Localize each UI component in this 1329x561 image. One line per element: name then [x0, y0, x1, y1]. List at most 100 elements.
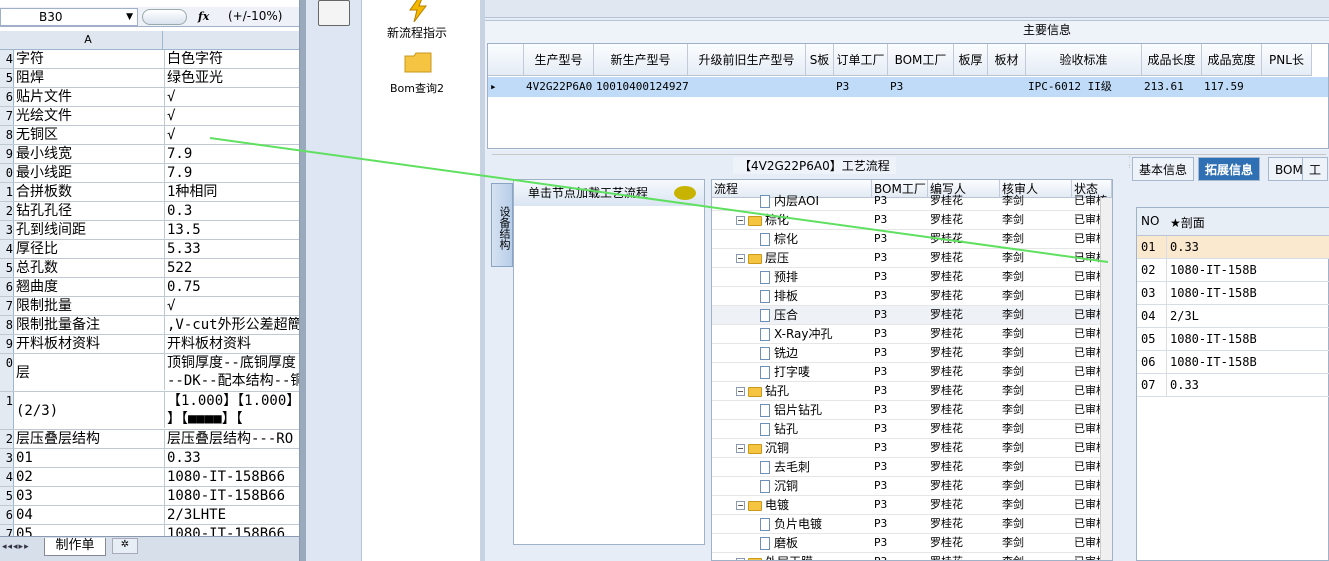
grid-column-header[interactable]: S板 [806, 44, 834, 76]
tree-row[interactable]: 内层AOI P3 罗桂花 李剑 已审核 [712, 192, 1108, 211]
tree-node[interactable]: 压合 [760, 306, 798, 324]
grid-column-header[interactable]: BOM工厂 [888, 44, 954, 76]
tree-row[interactable]: − 层压 P3 罗桂花 李剑 已审核 [712, 249, 1108, 268]
tree-row[interactable]: − 电镀 P3 罗桂花 李剑 已审核 [712, 496, 1108, 515]
tree-node[interactable]: 铝片钻孔 [760, 401, 822, 419]
row-number[interactable]: 3 [0, 449, 14, 467]
row-number[interactable]: 2 [0, 202, 14, 220]
ext-info-row[interactable]: 07 0.33 [1137, 374, 1329, 397]
tree-row[interactable]: − 钻孔 P3 罗桂花 李剑 已审核 [712, 382, 1108, 401]
row-number[interactable]: 5 [0, 487, 14, 505]
fx-icon[interactable]: fx [198, 10, 209, 23]
tree-node[interactable]: 负片电镀 [760, 515, 822, 533]
grid-cell[interactable] [688, 77, 806, 97]
cell-b[interactable]: 5.33 [164, 240, 299, 258]
row-number[interactable]: 1 [0, 392, 14, 429]
grid-cell[interactable]: P3 [888, 77, 954, 97]
expand-toggle-icon[interactable]: − [736, 254, 745, 263]
zoom-slider[interactable] [142, 9, 187, 25]
tree-node[interactable]: 预排 [760, 268, 798, 286]
cell-a[interactable]: 翘曲度 [16, 278, 163, 296]
ext-info-row[interactable]: 04 2/3L [1137, 305, 1329, 328]
tree-node[interactable]: 沉铜 [760, 477, 798, 495]
cell-b[interactable]: 0.75 [164, 278, 299, 296]
cell-b[interactable]: 绿色亚光 [164, 69, 299, 87]
row-number[interactable]: 7 [0, 297, 14, 315]
ext-info-row[interactable]: 05 1080-IT-158B [1137, 328, 1329, 351]
grid-cell[interactable]: P3 [834, 77, 888, 97]
cell-b[interactable]: 顶铜厚度--底铜厚度 --DK--配本结构--铜 [164, 354, 299, 390]
cell-a[interactable]: 钻孔孔径 [16, 202, 163, 220]
tree-row[interactable]: 去毛刺 P3 罗桂花 李剑 已审核 [712, 458, 1108, 477]
vertical-scrollbar[interactable] [1100, 198, 1112, 560]
cell-b[interactable]: √ [164, 126, 299, 144]
tree-node[interactable]: 棕化 [760, 230, 798, 248]
tree-node[interactable]: 打字唛 [760, 363, 810, 381]
tree-node[interactable]: X-Ray冲孔 [760, 325, 832, 343]
tree-row[interactable]: 排板 P3 罗桂花 李剑 已审核 [712, 287, 1108, 306]
tree-row[interactable]: − 沉铜 P3 罗桂花 李剑 已审核 [712, 439, 1108, 458]
tree-row[interactable]: 棕化 P3 罗桂花 李剑 已审核 [712, 230, 1108, 249]
cell-b[interactable]: 1种相同 [164, 183, 299, 201]
grid-cell[interactable] [954, 77, 988, 97]
cell-b[interactable]: 522 [164, 259, 299, 277]
cell-a[interactable]: (2/3) [16, 402, 163, 420]
ext-info-row[interactable]: 06 1080-IT-158B [1137, 351, 1329, 374]
grid-cell[interactable] [806, 77, 834, 97]
cell-b[interactable]: √ [164, 297, 299, 315]
cell-b[interactable]: 开料板材资料 [164, 335, 299, 353]
cell-a[interactable]: 字符 [16, 50, 163, 68]
tab-1[interactable]: 基本信息 [1132, 157, 1195, 181]
cell-a[interactable]: 阻焊 [16, 69, 163, 87]
row-number[interactable]: 6 [0, 278, 14, 296]
tree-row[interactable]: 预排 P3 罗桂花 李剑 已审核 [712, 268, 1108, 287]
cell-b[interactable]: √ [164, 107, 299, 125]
cell-a[interactable]: 光绘文件 [16, 107, 163, 125]
grid-column-header[interactable]: 订单工厂 [834, 44, 888, 76]
cell-a[interactable]: 层压叠层结构 [16, 430, 163, 448]
row-number[interactable]: 8 [0, 126, 14, 144]
cell-a[interactable]: 合拼板数 [16, 183, 163, 201]
cell-a[interactable]: 限制批量 [16, 297, 163, 315]
cell-b[interactable]: √ [164, 88, 299, 106]
tab-4[interactable]: 工 [1302, 157, 1329, 181]
expand-toggle-icon[interactable]: − [736, 387, 745, 396]
row-number[interactable]: 4 [0, 50, 14, 68]
grid-column-header[interactable]: 生产型号 [524, 44, 594, 76]
tree-node[interactable]: 去毛刺 [760, 458, 810, 476]
grid-cell[interactable] [988, 77, 1026, 97]
grid-cell[interactable]: 10010400124927 [594, 77, 688, 97]
cell-b[interactable]: ,V-cut外形公差超簡 [164, 316, 299, 334]
tree-row[interactable]: 钻孔 P3 罗桂花 李剑 已审核 [712, 420, 1108, 439]
cell-a[interactable]: 最小线距 [16, 164, 163, 182]
tree-row[interactable]: 负片电镀 P3 罗桂花 李剑 已审核 [712, 515, 1108, 534]
cell-a[interactable]: 限制批量备注 [16, 316, 163, 334]
tab-2[interactable]: 拓展信息 [1198, 157, 1261, 181]
chevron-down-icon[interactable]: ▼ [126, 9, 133, 25]
cell-a[interactable]: 贴片文件 [16, 88, 163, 106]
row-number[interactable]: 1 [0, 183, 14, 201]
formula-input[interactable]: (+/-10%) [228, 9, 282, 23]
row-number[interactable]: 5 [0, 69, 14, 87]
cell-a[interactable]: 开料板材资料 [16, 335, 163, 353]
sheet-nav-arrows[interactable]: ◂◂◂▸▸ [2, 542, 30, 552]
cell-b[interactable]: 0.33 [164, 449, 299, 467]
tree-node[interactable]: 钻孔 [760, 420, 798, 438]
tree-row[interactable]: 沉铜 P3 罗桂花 李剑 已审核 [712, 477, 1108, 496]
tree-row[interactable]: 铝片钻孔 P3 罗桂花 李剑 已审核 [712, 401, 1108, 420]
tree-row[interactable]: 铣边 P3 罗桂花 李剑 已审核 [712, 344, 1108, 363]
tree-row[interactable]: − 棕化 P3 罗桂花 李剑 已审核 [712, 211, 1108, 230]
side-tab-equipment[interactable]: 设备结构 [491, 183, 513, 267]
cell-a[interactable]: 无铜区 [16, 126, 163, 144]
grid-column-header[interactable]: 成品长度 [1142, 44, 1202, 76]
cell-a[interactable]: 02 [16, 468, 163, 486]
cell-b[interactable]: 1080-IT-158B66 [164, 468, 299, 486]
tree-node[interactable]: 磨板 [760, 534, 798, 552]
grid-cell[interactable]: 213.61 [1142, 77, 1202, 97]
tree-node[interactable]: − 沉铜 [736, 439, 789, 457]
row-number[interactable]: 9 [0, 145, 14, 163]
cell-a[interactable]: 总孔数 [16, 259, 163, 277]
expand-toggle-icon[interactable]: − [736, 501, 745, 510]
tree-row[interactable]: 压合 P3 罗桂花 李剑 已审核 [712, 306, 1108, 325]
grid-column-header[interactable]: 板厚 [954, 44, 988, 76]
